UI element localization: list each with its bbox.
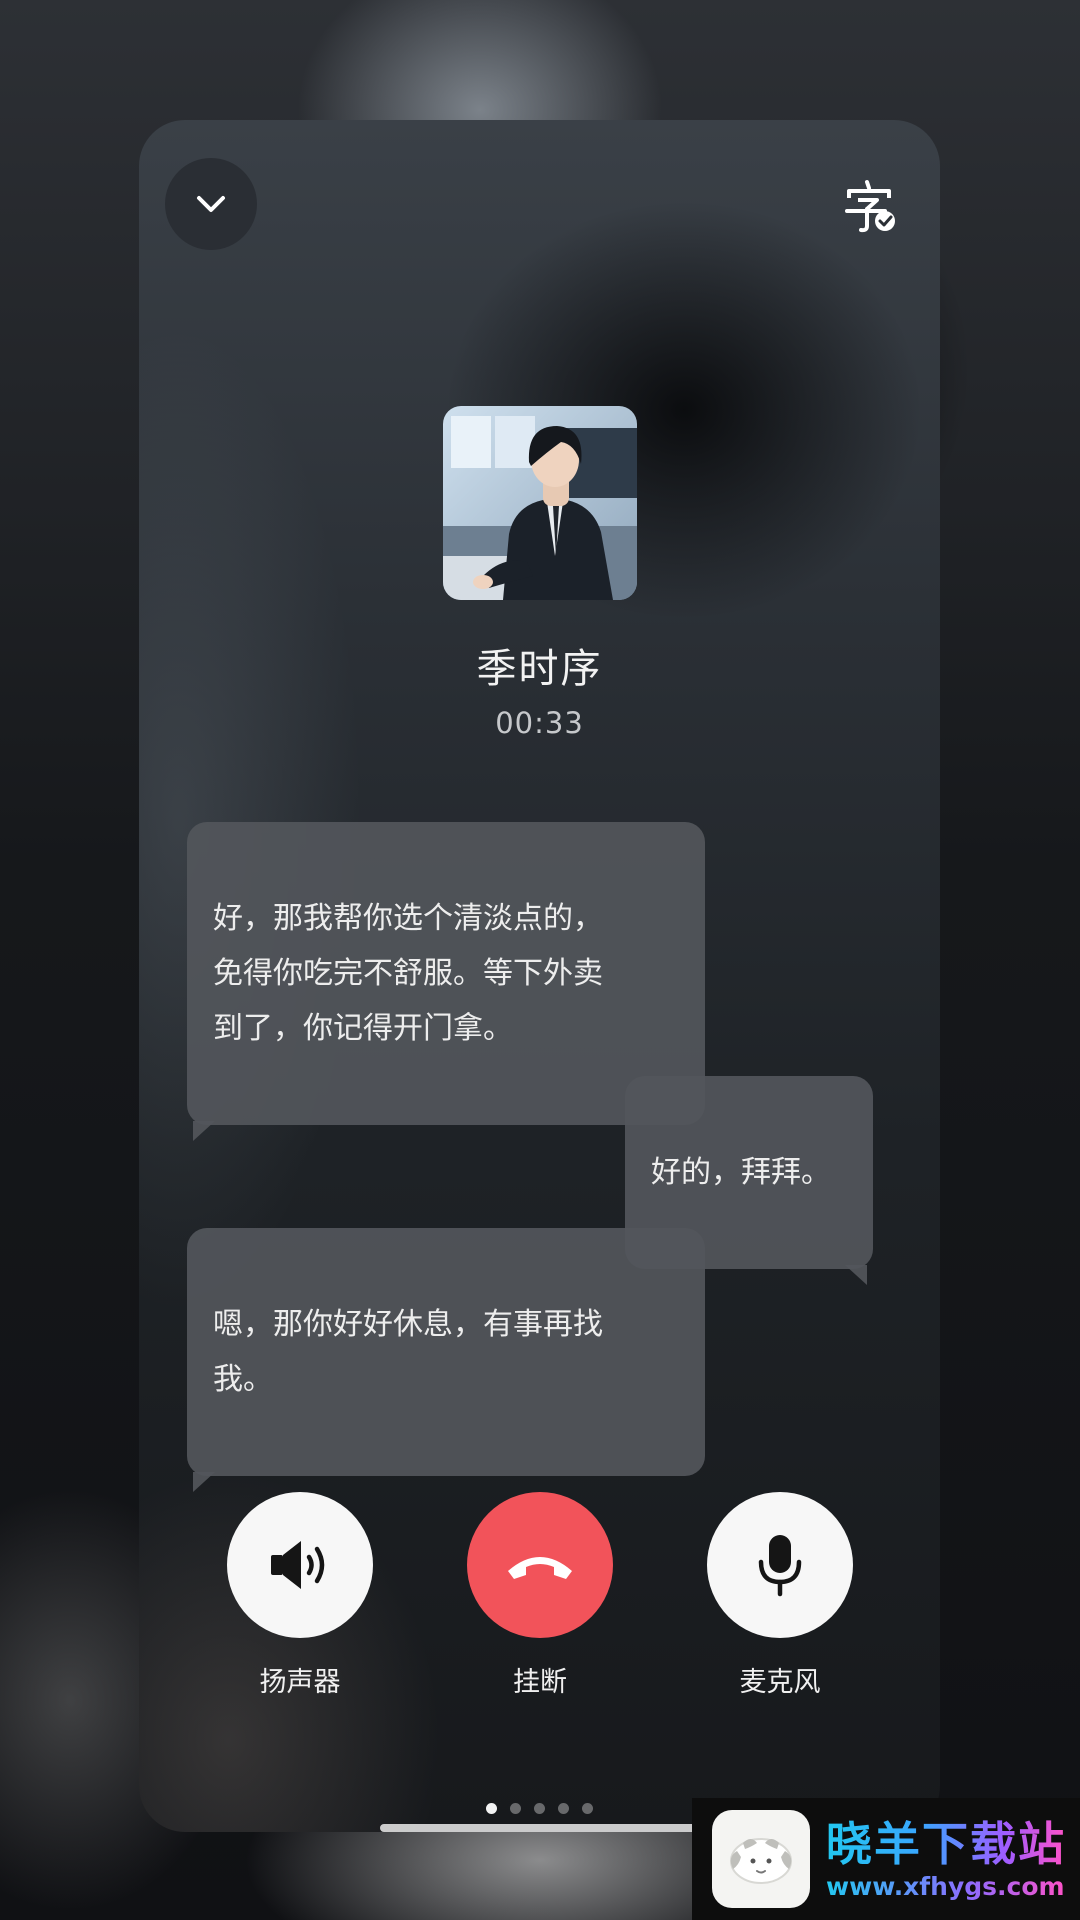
call-card: 季时序 00:33 好，那我帮你选个清淡点的， 免得你吃完不舒服。等下外卖 到了…	[139, 120, 940, 1832]
bubble-tail	[193, 1121, 215, 1141]
speaker-control: 扬声器	[227, 1492, 373, 1699]
watermark-name: 晓羊下载站	[826, 1817, 1066, 1871]
speaker-label: 扬声器	[259, 1667, 341, 1698]
home-indicator[interactable]	[380, 1824, 700, 1832]
microphone-icon	[758, 1535, 802, 1597]
hangup-control: 挂断	[467, 1492, 613, 1699]
hangup-label: 挂断	[513, 1667, 567, 1698]
subtitles-check-icon	[845, 180, 895, 233]
avatar-image	[443, 406, 637, 600]
microphone-button[interactable]	[707, 1492, 853, 1638]
collapse-button[interactable]	[165, 158, 257, 250]
bubble-tail	[845, 1265, 867, 1285]
page-dot[interactable]	[582, 1803, 593, 1814]
chevron-down-icon	[197, 196, 225, 212]
page-dot[interactable]	[510, 1803, 521, 1814]
speaker-button[interactable]	[227, 1492, 373, 1638]
page-dot[interactable]	[558, 1803, 569, 1814]
watermark-url: www.xfhygs.com	[826, 1872, 1065, 1901]
sheep-logo-icon	[712, 1810, 810, 1908]
microphone-label: 麦克风	[739, 1667, 821, 1698]
bubble-tail	[193, 1472, 215, 1492]
contact-name: 季时序	[476, 646, 603, 692]
hangup-button[interactable]	[467, 1492, 613, 1638]
speaker-icon	[271, 1541, 325, 1589]
contact-avatar	[443, 406, 637, 600]
hangup-phone-icon	[508, 1557, 572, 1579]
page-dot[interactable]	[486, 1803, 497, 1814]
message-text: 好的，拜拜。	[651, 1155, 831, 1190]
call-duration: 00:33	[495, 706, 584, 740]
message-text: 嗯，那你好好休息，有事再找 我。	[213, 1307, 603, 1397]
message-text: 好，那我帮你选个清淡点的， 免得你吃完不舒服。等下外卖 到了，你记得开门拿。	[213, 901, 603, 1046]
subtitles-button[interactable]	[841, 178, 897, 234]
message-bubble-incoming: 嗯，那你好好休息，有事再找 我。	[187, 1228, 705, 1492]
message-bubble-incoming: 好，那我帮你选个清淡点的， 免得你吃完不舒服。等下外卖 到了，你记得开门拿。	[187, 822, 705, 1141]
site-watermark: 晓羊下载站 www.xfhygs.com	[692, 1798, 1080, 1920]
page-dot[interactable]	[534, 1803, 545, 1814]
microphone-control: 麦克风	[707, 1492, 853, 1699]
